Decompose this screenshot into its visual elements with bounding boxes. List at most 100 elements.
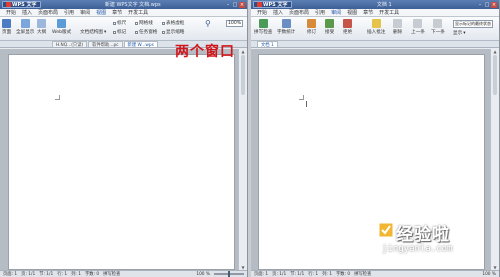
close-icon[interactable]: × [239,1,245,8]
revise-label: 修订 [307,30,317,35]
revise-icon [307,19,317,28]
status-column: 列: 1 [71,272,81,277]
zoom-slider[interactable] [214,271,244,277]
scroll-thumb[interactable] [241,55,245,95]
app-name: WPS 文字 [12,2,37,8]
menu-page-layout[interactable]: 页面布局 [38,9,58,16]
menu-home[interactable]: 开始 [6,9,16,16]
wps-app-menu-button[interactable]: WPS 文字 [2,1,41,8]
checkbox-icon [135,30,138,34]
next-icon [433,19,443,28]
status-pages: 页: 1/1 [272,272,287,277]
menu-page-layout[interactable]: 页面布局 [289,9,309,16]
document-area: ▲ ▼ [0,49,247,270]
ruler-label: 标尺 [117,21,127,26]
next-label: 下一条 [431,30,445,35]
status-zoom: 100 % [482,271,496,277]
table-gridlines-checkbox[interactable]: 表格虚框 [162,20,184,26]
show-dropdown[interactable]: 显示 ▾ [453,30,466,37]
app-name: WPS 文字 [263,2,288,8]
thumbnail-label: 显示缩略 [166,30,185,35]
markup-state-select[interactable]: 显示标记的最终状态 [453,20,493,28]
maximize-icon[interactable]: □ [232,2,238,8]
delete-label: 删除 [393,30,403,35]
tab-software-help[interactable]: 软件帮助...pc [88,41,123,48]
wps-logo-icon [6,2,11,7]
document-page[interactable] [8,54,235,270]
reject-button[interactable]: 拒绝 [343,19,352,35]
menu-home[interactable]: 开始 [257,9,267,16]
page-view-button[interactable]: 页面 [2,19,11,35]
menu-view[interactable]: 视图 [96,9,106,16]
menu-insert[interactable]: 插入 [22,9,32,16]
ruler-checkbox[interactable]: 标尺 [113,20,126,26]
menu-developer[interactable]: 开发工具 [379,9,399,16]
chevron-down-icon: ▾ [103,29,107,35]
menu-review[interactable]: 审阅 [80,9,90,16]
grid-checkbox[interactable]: 网格线 [135,20,153,26]
document-tab-bar: 文档 1 [251,41,499,48]
insert-comment-button[interactable]: 插入批注 [367,19,385,35]
tab-new-document[interactable]: 新建 W...wps [123,41,158,48]
scroll-up-icon[interactable]: ▲ [491,49,499,54]
thumbnail-checkbox[interactable]: 显示缩略 [162,29,184,35]
window-controls: – □ × [477,1,497,8]
close-icon[interactable]: × [491,1,497,8]
checkbox-icon [162,21,165,25]
accept-button[interactable]: 接受 [325,19,334,35]
revise-button[interactable]: 修订 [307,19,316,35]
delete-comment-button[interactable]: 删除 [393,19,402,35]
menu-references[interactable]: 引用 [315,9,325,16]
reject-icon [343,19,353,28]
menu-references[interactable]: 引用 [64,9,74,16]
status-spell[interactable]: 拼写检查 [103,271,120,277]
status-words: 字数: 0 [84,272,100,277]
menu-bar: 开始 插入 页面布局 引用 审阅 视图 章节 开发工具 [0,9,247,17]
wps-app-menu-button[interactable]: WPS 文字 [253,1,292,8]
zoom-input[interactable]: 100% [226,20,244,27]
word-count-button[interactable]: 字数统计 [277,19,295,35]
minimize-icon[interactable]: – [477,2,483,8]
menu-view[interactable]: 视图 [347,9,357,16]
web-layout-button[interactable]: Web版式 [52,19,71,35]
title-bar: WPS 文字 新建 WPS文字 文档.wps – □ × [0,0,247,9]
previous-icon [413,19,423,28]
full-screen-label: 全屏显示 [16,30,35,35]
minimize-icon[interactable]: – [225,2,231,8]
zoom-button[interactable]: ⚲ [205,19,211,28]
menu-developer[interactable]: 开发工具 [128,9,148,16]
mark-label: 标记 [117,30,127,35]
status-section: 节: 1/1 [39,272,54,277]
scroll-up-icon[interactable]: ▲ [239,49,247,54]
vertical-scrollbar[interactable]: ▲ ▼ [238,49,247,270]
tab-document-1[interactable]: 文档 1 [257,41,278,48]
outline-button[interactable]: 大纲 [37,19,46,35]
checkbox-icon [113,21,116,25]
task-pane-checkbox[interactable]: 任务窗格 [135,29,157,35]
tab-document-readonly[interactable]: H.NQ...(只读) [52,41,88,48]
next-comment-button[interactable]: 下一条 [431,19,445,35]
menu-section[interactable]: 章节 [112,9,122,16]
scroll-thumb[interactable] [493,55,497,95]
title-bar: WPS 文字 文档 1 – □ × [251,0,499,9]
status-words: 字数: 0 [335,272,351,277]
mark-checkbox[interactable]: 标记 [113,29,126,35]
checkbox-icon [113,30,116,34]
wps-logo-icon [257,2,262,7]
outline-icon [37,19,47,28]
maximize-icon[interactable]: □ [484,2,490,8]
chevron-down-icon: ▾ [463,30,466,36]
page-view-label: 页面 [2,30,12,35]
reject-label: 拒绝 [343,30,353,35]
web-layout-icon [57,19,67,28]
previous-comment-button[interactable]: 上一条 [411,19,425,35]
full-screen-button[interactable]: 全屏显示 [16,19,34,35]
doc-structure-button[interactable]: 文档结构图 ▾ [80,29,107,36]
insert-comment-label: 插入批注 [367,30,386,35]
menu-bar: 开始 插入 页面布局 引用 审阅 视图 章节 开发工具 [251,9,499,17]
menu-review[interactable]: 审阅 [331,9,341,16]
menu-insert[interactable]: 插入 [273,9,283,16]
status-spell[interactable]: 拼写检查 [354,271,371,277]
spell-check-button[interactable]: 拼写检查 [254,19,272,35]
menu-section[interactable]: 章节 [363,9,373,16]
